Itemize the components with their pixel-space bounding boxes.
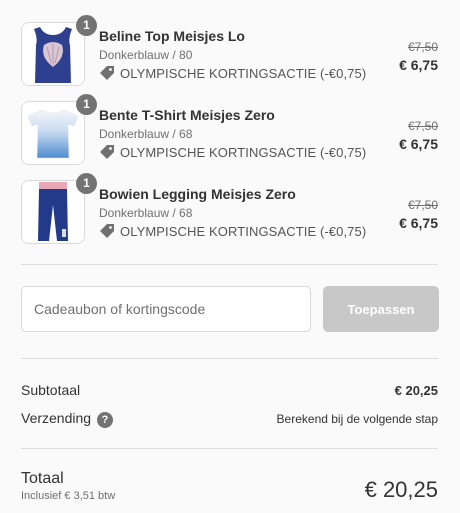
- product-thumbnail: 1: [21, 173, 97, 244]
- discounted-price: € 6,75: [399, 215, 438, 231]
- discounted-price: € 6,75: [399, 57, 438, 73]
- tag-icon: [100, 66, 114, 80]
- divider: [21, 448, 438, 449]
- product-name: Bente T-Shirt Meisjes Zero: [99, 107, 275, 123]
- subtotal-label: Subtotaal: [21, 382, 81, 398]
- product-name: Beline Top Meisjes Lo: [99, 28, 245, 44]
- product-name: Bowien Legging Meisjes Zero: [99, 186, 296, 202]
- divider: [21, 358, 438, 359]
- quantity-badge: 1: [76, 173, 97, 194]
- product-variant: Donkerblauw / 80: [99, 48, 193, 62]
- original-price: €7,50: [407, 40, 438, 54]
- discount-label: OLYMPISCHE KORTINGSACTIE (-€0,75): [99, 65, 366, 81]
- cart-item: 1 Beline Top Meisjes Lo Donkerblauw / 80…: [21, 15, 438, 88]
- product-variant: Donkerblauw / 68: [99, 206, 193, 220]
- product-thumbnail: 1: [21, 94, 97, 165]
- discount-code-input[interactable]: [21, 286, 311, 332]
- ombre-tshirt-image: [22, 102, 84, 164]
- total-label: Totaal: [21, 470, 64, 487]
- cart-item: 1 Bowien Legging Meisjes Zero Donkerblau…: [21, 173, 438, 246]
- tag-icon: [100, 145, 114, 159]
- tag-icon: [100, 224, 114, 238]
- legging-image: [22, 181, 84, 243]
- tax-note: Inclusief € 3,51 btw: [21, 490, 116, 502]
- quantity-badge: 1: [76, 94, 97, 115]
- discounted-price: € 6,75: [399, 136, 438, 152]
- original-price: €7,50: [407, 198, 438, 212]
- total-currency: €: [364, 477, 377, 502]
- discount-text: OLYMPISCHE KORTINGSACTIE (-€0,75): [120, 144, 367, 160]
- quantity-badge: 1: [76, 15, 97, 36]
- discount-text: OLYMPISCHE KORTINGSACTIE (-€0,75): [120, 223, 367, 239]
- subtotal-value: € 20,25: [394, 383, 438, 398]
- cart-item: 1 Bente T-Shirt Meisjes Zero Donkerblauw…: [21, 94, 438, 167]
- original-price: €7,50: [407, 119, 438, 133]
- help-icon[interactable]: ?: [97, 412, 113, 428]
- total-value: € 20,25: [365, 477, 438, 503]
- discount-label: OLYMPISCHE KORTINGSACTIE (-€0,75): [99, 144, 366, 160]
- shipping-value: Berekend bij de volgende stap: [276, 412, 438, 426]
- product-thumbnail: 1: [21, 15, 97, 86]
- divider: [21, 264, 438, 265]
- discount-text: OLYMPISCHE KORTINGSACTIE (-€0,75): [120, 65, 367, 81]
- discount-label: OLYMPISCHE KORTINGSACTIE (-€0,75): [99, 223, 366, 239]
- shipping-label: Verzending: [21, 410, 92, 426]
- total-amount: 20,25: [382, 477, 438, 502]
- product-variant: Donkerblauw / 68: [99, 127, 193, 141]
- navy-top-image: [22, 23, 84, 85]
- apply-discount-button[interactable]: Toepassen: [323, 286, 439, 332]
